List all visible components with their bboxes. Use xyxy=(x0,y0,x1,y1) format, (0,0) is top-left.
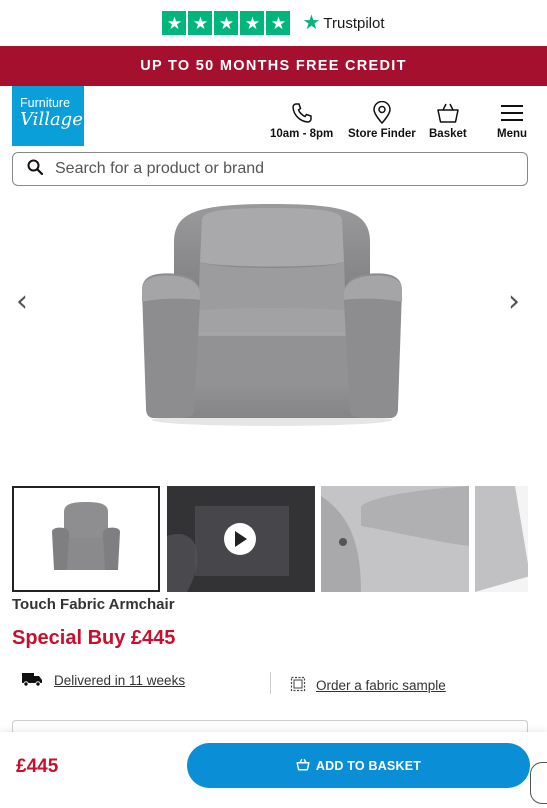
nav-store-finder-label: Store Finder xyxy=(348,128,416,140)
location-pin-icon xyxy=(372,100,392,126)
nav-store-finder[interactable]: Store Finder xyxy=(348,100,416,140)
thumbnail-video[interactable] xyxy=(167,486,315,592)
phone-icon xyxy=(290,100,314,126)
basket-icon xyxy=(296,758,310,774)
star-icon: ★ xyxy=(240,11,265,35)
nav-menu[interactable]: Menu xyxy=(497,100,527,140)
promo-banner[interactable]: UP TO 50 MONTHS FREE CREDIT xyxy=(0,46,547,86)
trustpilot-bar[interactable]: ★ ★ ★ ★ ★ ★ Trustpilot xyxy=(0,0,547,46)
hamburger-menu-icon xyxy=(500,100,524,126)
sticky-buy-bar: £445 ADD TO BASKET xyxy=(0,732,547,808)
product-title: Touch Fabric Armchair xyxy=(12,596,175,613)
nav-basket[interactable]: Basket xyxy=(429,100,467,140)
star-icon: ★ xyxy=(214,11,239,35)
basket-icon xyxy=(436,100,460,126)
thumbnail-side-detail[interactable] xyxy=(475,486,528,592)
delivery-truck-icon xyxy=(20,671,44,690)
gallery-thumbnails xyxy=(12,486,528,592)
trustpilot-stars: ★ ★ ★ ★ ★ xyxy=(162,11,291,35)
logo-line1: Furniture xyxy=(20,96,71,110)
add-to-basket-label: ADD TO BASKET xyxy=(315,758,422,773)
star-icon: ★ xyxy=(266,11,291,35)
product-image-armchair xyxy=(142,204,402,426)
gallery-prev-arrow-icon[interactable]: ‹ xyxy=(16,284,28,319)
fabric-sample-link[interactable]: Order a fabric sample xyxy=(316,678,446,693)
nav-menu-label: Menu xyxy=(497,128,528,140)
special-buy-price: Special Buy £445 xyxy=(12,627,176,649)
nav-opening-hours[interactable]: 10am - 8pm xyxy=(270,100,333,140)
logo-line2: Village xyxy=(20,109,83,130)
delivery-info[interactable]: Delivered in 11 weeks xyxy=(20,671,185,690)
add-to-basket-button[interactable]: ADD TO BASKET xyxy=(187,743,530,788)
thumbnail-main[interactable] xyxy=(12,486,160,592)
thumbnail-arm-detail[interactable] xyxy=(321,486,469,592)
trustpilot-brand: Trustpilot xyxy=(323,14,385,32)
star-icon: ★ xyxy=(162,11,187,35)
product-image-gallery[interactable]: ‹ › xyxy=(0,196,547,476)
site-logo[interactable]: Furniture Village xyxy=(12,86,84,146)
gallery-next-arrow-icon[interactable]: › xyxy=(508,284,520,319)
nav-hours-label: 10am - 8pm xyxy=(270,128,334,140)
search-icon[interactable] xyxy=(27,159,44,180)
info-divider xyxy=(270,672,271,694)
site-header: Furniture Village 10am - 8pm Store Finde… xyxy=(0,86,547,152)
chat-widget-tab[interactable] xyxy=(530,762,547,804)
fabric-swatch-icon xyxy=(290,676,306,695)
search-input[interactable] xyxy=(55,160,475,178)
star-icon: ★ xyxy=(188,11,213,35)
fabric-sample[interactable]: Order a fabric sample xyxy=(290,676,446,695)
trustpilot-logo: ★ Trustpilot xyxy=(302,13,384,33)
nav-basket-label: Basket xyxy=(429,128,467,140)
search-bar[interactable] xyxy=(12,152,528,186)
bottom-price: £445 xyxy=(16,756,59,777)
delivery-link[interactable]: Delivered in 11 weeks xyxy=(54,673,185,688)
trustpilot-star-icon: ★ xyxy=(302,12,321,34)
